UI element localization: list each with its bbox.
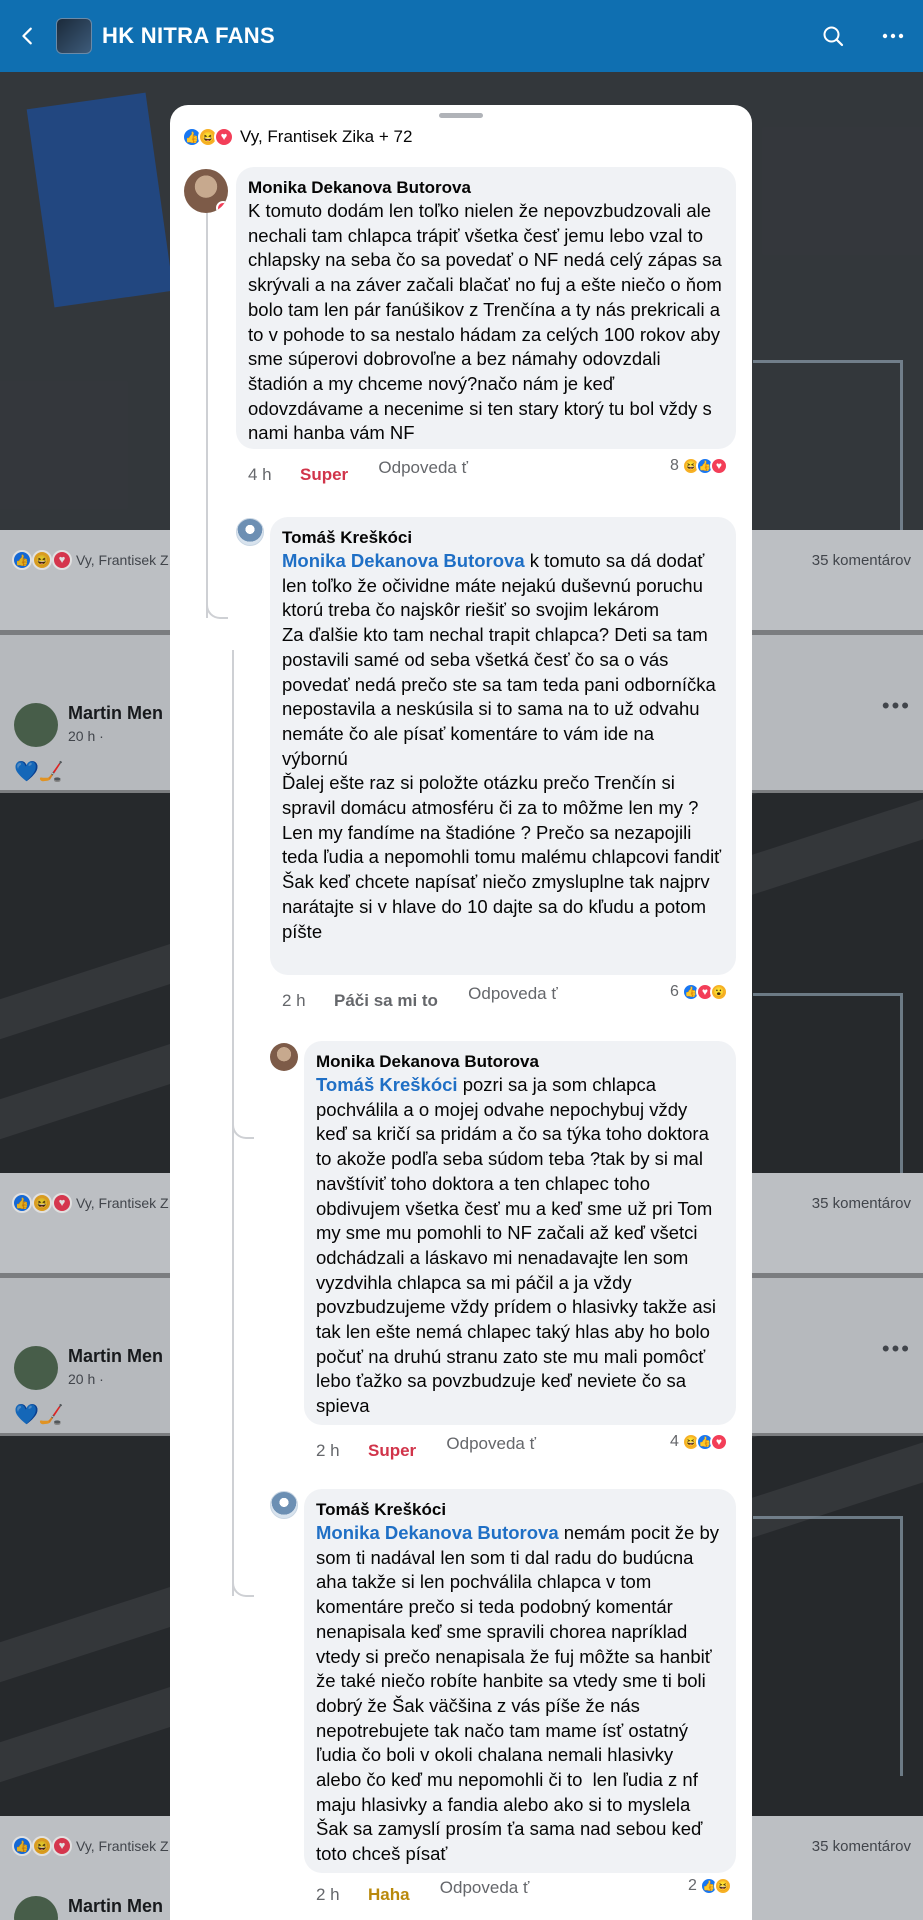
- post-author[interactable]: Martin Men: [68, 703, 163, 724]
- comment-time: 2 h: [316, 1441, 340, 1460]
- comments-count[interactable]: 35 komentárov: [812, 552, 911, 569]
- post-author[interactable]: Martin Men: [68, 1346, 163, 1367]
- react-button[interactable]: Super: [300, 457, 348, 485]
- haha-icon: 😆: [32, 1836, 52, 1856]
- avatar[interactable]: [14, 1346, 58, 1390]
- thread-line: [232, 1563, 254, 1597]
- love-icon: ♥: [709, 1433, 728, 1451]
- reply-button[interactable]: Odpoveda ť: [446, 1433, 536, 1455]
- wow-icon: 😮: [709, 983, 728, 1001]
- group-title[interactable]: HK NITRA FANS: [102, 23, 803, 49]
- comment-bubble[interactable]: Tomáš Kreškóci Monika Dekanova Butorova …: [304, 1489, 736, 1873]
- love-icon: ♥: [52, 550, 72, 570]
- avatar[interactable]: [184, 169, 228, 213]
- reply-button[interactable]: Odpoveda ť: [440, 1877, 530, 1899]
- react-button[interactable]: Haha: [368, 1877, 410, 1905]
- reactions-summary[interactable]: 👍 😆 ♥ Vy, Frantisek Zika + 72: [182, 127, 412, 147]
- search-icon: [823, 26, 844, 47]
- group-avatar[interactable]: [56, 18, 92, 54]
- love-icon: ♥: [709, 457, 728, 475]
- comment-text: Tomáš Kreškóci pozri sa ja som chlapca p…: [316, 1074, 722, 1417]
- comments-count[interactable]: 35 komentárov: [812, 1195, 911, 1212]
- comment-time: 2 h: [282, 991, 306, 1010]
- like-icon: 👍: [12, 1193, 32, 1213]
- thread-line: [232, 1105, 254, 1139]
- reaction-count[interactable]: 8 😆 👍 ♥: [670, 457, 728, 475]
- like-icon: 👍: [12, 550, 32, 570]
- more-horizontal-icon: [882, 33, 904, 39]
- comment-actions: 2 h Páči sa mi to Odpoveda ť: [282, 983, 558, 1011]
- comment-actions: 2 h Super Odpoveda ť: [316, 1433, 536, 1461]
- haha-icon: 😆: [713, 1877, 732, 1895]
- comment-author[interactable]: Monika Dekanova Butorova: [248, 177, 722, 199]
- thread-line: [206, 585, 228, 619]
- love-icon: ♥: [52, 1836, 72, 1856]
- chevron-left-icon: [22, 27, 32, 45]
- reaction-count[interactable]: 6 👍 ♥ 😮: [670, 983, 728, 1001]
- comment-time: 2 h: [316, 1885, 340, 1904]
- search-button[interactable]: [803, 0, 863, 72]
- haha-icon: 😆: [32, 550, 52, 570]
- comments-count[interactable]: 35 komentárov: [812, 1838, 911, 1855]
- thread-line: [206, 193, 208, 618]
- reaction-count[interactable]: 2 👍 😆: [688, 1877, 732, 1895]
- reply-button[interactable]: Odpoveda ť: [378, 457, 468, 479]
- mention-link[interactable]: Monika Dekanova Butorova: [282, 550, 525, 571]
- haha-icon: 😆: [32, 1193, 52, 1213]
- reply-button[interactable]: Odpoveda ť: [468, 983, 558, 1005]
- comment-author[interactable]: Tomáš Kreškóci: [316, 1499, 722, 1521]
- mention-link[interactable]: Monika Dekanova Butorova: [316, 1522, 559, 1543]
- react-button[interactable]: Super: [368, 1433, 416, 1461]
- app-bar: HK NITRA FANS: [0, 0, 923, 72]
- avatar[interactable]: [14, 703, 58, 747]
- more-icon[interactable]: •••: [882, 693, 911, 719]
- drag-handle[interactable]: [439, 113, 483, 118]
- comment-author[interactable]: Monika Dekanova Butorova: [316, 1051, 722, 1073]
- comment-time: 4 h: [248, 465, 272, 484]
- comment-bubble[interactable]: Monika Dekanova Butorova Tomáš Kreškóci …: [304, 1041, 736, 1425]
- avatar[interactable]: [236, 518, 264, 546]
- reactors-text: Vy, Frantisek Zika + 72: [240, 127, 413, 146]
- love-icon: ♥: [52, 1193, 72, 1213]
- comment-bubble[interactable]: Monika Dekanova Butorova K tomuto dodám …: [236, 167, 736, 449]
- comment-text: K tomuto dodám len toľko nielen že nepov…: [248, 200, 727, 444]
- like-icon: 👍: [12, 1836, 32, 1856]
- avatar[interactable]: [270, 1491, 298, 1519]
- post-author[interactable]: Martin Men: [68, 1896, 163, 1920]
- react-button[interactable]: Páči sa mi to: [334, 983, 438, 1011]
- more-button[interactable]: [863, 0, 923, 72]
- love-icon: ♥: [214, 127, 234, 147]
- love-badge-icon: [216, 201, 228, 213]
- comment-text: Monika Dekanova Butorova k tomuto sa dá …: [282, 550, 722, 942]
- avatar[interactable]: [270, 1043, 298, 1071]
- comments-sheet: 👍 😆 ♥ Vy, Frantisek Zika + 72 Monika Dekan…: [170, 105, 752, 1920]
- reaction-count[interactable]: 4 😆 👍 ♥: [670, 1433, 728, 1451]
- avatar[interactable]: [14, 1896, 58, 1920]
- comment-bubble[interactable]: Tomáš Kreškóci Monika Dekanova Butorova …: [270, 517, 736, 975]
- mention-link[interactable]: Tomáš Kreškóci: [316, 1074, 458, 1095]
- back-button[interactable]: [0, 0, 56, 72]
- comment-text: Monika Dekanova Butorova nemám pocit že …: [316, 1522, 725, 1865]
- comment-actions: 4 h Super Odpoveda ť: [248, 457, 468, 485]
- more-icon[interactable]: •••: [882, 1336, 911, 1362]
- comment-author[interactable]: Tomáš Kreškóci: [282, 527, 722, 549]
- comment-actions: 2 h Haha Odpoveda ť: [316, 1877, 530, 1905]
